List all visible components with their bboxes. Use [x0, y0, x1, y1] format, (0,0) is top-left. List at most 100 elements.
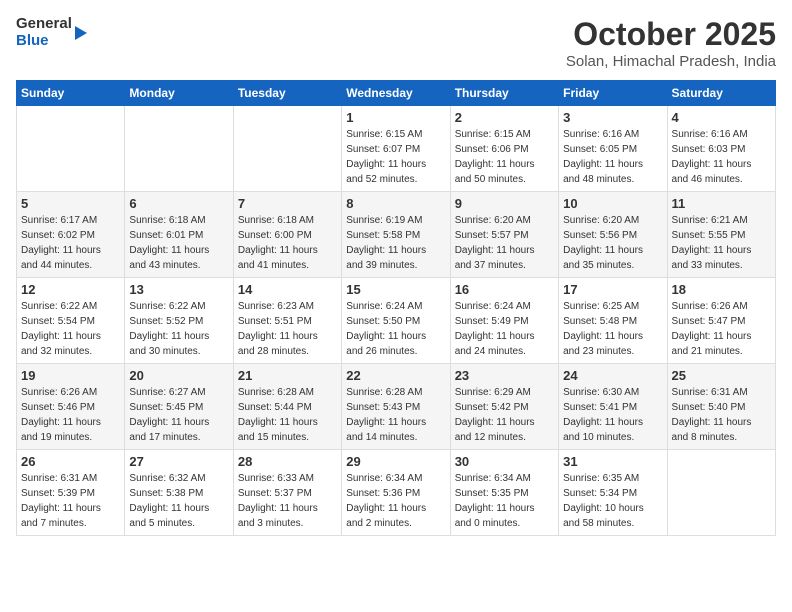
- weekday-header-friday: Friday: [559, 81, 667, 106]
- location-subtitle: Solan, Himachal Pradesh, India: [566, 53, 776, 70]
- calendar-cell: 27 Sunrise: 6:32 AMSunset: 5:38 PMDayligh…: [125, 450, 233, 536]
- calendar-cell: 19Sunrise: 6:26 AMSunset: 5:46 PMDayligh…: [17, 364, 125, 450]
- day-info: Sunrise: 6:23 AMSunset: 5:51 PMDaylight:…: [238, 299, 337, 359]
- day-number: 8: [346, 196, 445, 211]
- day-info: Sunrise: 6:20 AMSunset: 5:56 PMDaylight:…: [563, 213, 662, 273]
- day-info: Sunrise: 6:17 AMSunset: 6:02 PMDaylight:…: [21, 213, 120, 273]
- calendar-cell: 3Sunrise: 6:16 AMSunset: 6:05 PMDaylight…: [559, 106, 667, 192]
- day-number: 31: [563, 454, 662, 469]
- day-info: Sunrise: 6:31 AMSunset: 5:39 PMDaylight:…: [21, 471, 120, 531]
- day-info: Sunrise: 6:22 AMSunset: 5:52 PMDaylight:…: [129, 299, 228, 359]
- day-info: Sunrise: 6:16 AMSunset: 6:03 PMDaylight:…: [672, 127, 771, 187]
- calendar-cell: 13 Sunrise: 6:22 AMSunset: 5:52 PMDayligh…: [125, 278, 233, 364]
- day-number: 15: [346, 282, 445, 297]
- day-info: Sunrise: 6:27 AMSunset: 5:45 PMDaylight:…: [129, 385, 228, 445]
- calendar-cell: 9 Sunrise: 6:20 AMSunset: 5:57 PMDaylight…: [450, 192, 558, 278]
- day-info: Sunrise: 6:34 AMSunset: 5:35 PMDaylight:…: [455, 471, 554, 531]
- calendar-cell: 12Sunrise: 6:22 AMSunset: 5:54 PMDayligh…: [17, 278, 125, 364]
- day-info: Sunrise: 6:15 AMSunset: 6:06 PMDaylight:…: [455, 127, 554, 187]
- day-info: Sunrise: 6:19 AMSunset: 5:58 PMDaylight:…: [346, 213, 445, 273]
- day-info: Sunrise: 6:20 AMSunset: 5:57 PMDaylight:…: [455, 213, 554, 273]
- calendar-cell: [233, 106, 341, 192]
- day-number: 11: [672, 196, 771, 211]
- calendar-cell: [17, 106, 125, 192]
- day-info: Sunrise: 6:24 AMSunset: 5:49 PMDaylight:…: [455, 299, 554, 359]
- day-number: 28: [238, 454, 337, 469]
- calendar-cell: 22 Sunrise: 6:28 AMSunset: 5:43 PMDayligh…: [342, 364, 450, 450]
- logo-blue: Blue: [16, 33, 72, 50]
- calendar-cell: [667, 450, 775, 536]
- calendar-cell: 26 Sunrise: 6:31 AMSunset: 5:39 PMDayligh…: [17, 450, 125, 536]
- day-info: Sunrise: 6:15 AMSunset: 6:07 PMDaylight:…: [346, 127, 445, 187]
- day-info: Sunrise: 6:35 AMSunset: 5:34 PMDaylight:…: [563, 471, 662, 531]
- day-info: Sunrise: 6:34 AMSunset: 5:36 PMDaylight:…: [346, 471, 445, 531]
- calendar-cell: 20Sunrise: 6:27 AMSunset: 5:45 PMDayligh…: [125, 364, 233, 450]
- calendar-cell: 30Sunrise: 6:34 AMSunset: 5:35 PMDayligh…: [450, 450, 558, 536]
- calendar-cell: 31 Sunrise: 6:35 AMSunset: 5:34 PMDayligh…: [559, 450, 667, 536]
- calendar-week-row: 26 Sunrise: 6:31 AMSunset: 5:39 PMDayligh…: [17, 450, 776, 536]
- day-number: 2: [455, 110, 554, 125]
- calendar-cell: 17 Sunrise: 6:25 AMSunset: 5:48 PMDayligh…: [559, 278, 667, 364]
- calendar-cell: 11Sunrise: 6:21 AMSunset: 5:55 PMDayligh…: [667, 192, 775, 278]
- day-number: 29: [346, 454, 445, 469]
- day-info: Sunrise: 6:29 AMSunset: 5:42 PMDaylight:…: [455, 385, 554, 445]
- day-number: 4: [672, 110, 771, 125]
- calendar-cell: 1 Sunrise: 6:15 AMSunset: 6:07 PMDaylight…: [342, 106, 450, 192]
- day-number: 25: [672, 368, 771, 383]
- month-title: October 2025: [566, 16, 776, 53]
- day-number: 7: [238, 196, 337, 211]
- calendar-cell: 2 Sunrise: 6:15 AMSunset: 6:06 PMDaylight…: [450, 106, 558, 192]
- calendar-week-row: 19Sunrise: 6:26 AMSunset: 5:46 PMDayligh…: [17, 364, 776, 450]
- calendar-cell: [125, 106, 233, 192]
- calendar-cell: 10Sunrise: 6:20 AMSunset: 5:56 PMDayligh…: [559, 192, 667, 278]
- day-number: 22: [346, 368, 445, 383]
- day-number: 16: [455, 282, 554, 297]
- day-info: Sunrise: 6:26 AMSunset: 5:47 PMDaylight:…: [672, 299, 771, 359]
- logo: General Blue: [16, 16, 87, 49]
- day-number: 13: [129, 282, 228, 297]
- day-number: 23: [455, 368, 554, 383]
- day-info: Sunrise: 6:18 AMSunset: 6:00 PMDaylight:…: [238, 213, 337, 273]
- calendar-week-row: 1 Sunrise: 6:15 AMSunset: 6:07 PMDaylight…: [17, 106, 776, 192]
- calendar-cell: 29 Sunrise: 6:34 AMSunset: 5:36 PMDayligh…: [342, 450, 450, 536]
- day-info: Sunrise: 6:33 AMSunset: 5:37 PMDaylight:…: [238, 471, 337, 531]
- calendar-week-row: 5Sunrise: 6:17 AMSunset: 6:02 PMDaylight…: [17, 192, 776, 278]
- day-number: 19: [21, 368, 120, 383]
- day-info: Sunrise: 6:32 AMSunset: 5:38 PMDaylight:…: [129, 471, 228, 531]
- logo-general: General: [16, 16, 72, 33]
- day-number: 12: [21, 282, 120, 297]
- day-number: 6: [129, 196, 228, 211]
- calendar-cell: 16 Sunrise: 6:24 AMSunset: 5:49 PMDayligh…: [450, 278, 558, 364]
- calendar-cell: 21Sunrise: 6:28 AMSunset: 5:44 PMDayligh…: [233, 364, 341, 450]
- logo-text: General Blue: [16, 16, 72, 49]
- day-number: 27: [129, 454, 228, 469]
- calendar-week-row: 12Sunrise: 6:22 AMSunset: 5:54 PMDayligh…: [17, 278, 776, 364]
- weekday-header-sunday: Sunday: [17, 81, 125, 106]
- day-info: Sunrise: 6:18 AMSunset: 6:01 PMDaylight:…: [129, 213, 228, 273]
- day-number: 3: [563, 110, 662, 125]
- calendar-cell: 23 Sunrise: 6:29 AMSunset: 5:42 PMDayligh…: [450, 364, 558, 450]
- logo-arrow-icon: [75, 26, 87, 40]
- day-info: Sunrise: 6:28 AMSunset: 5:44 PMDaylight:…: [238, 385, 337, 445]
- day-number: 26: [21, 454, 120, 469]
- calendar-cell: 8 Sunrise: 6:19 AMSunset: 5:58 PMDaylight…: [342, 192, 450, 278]
- calendar-cell: 24Sunrise: 6:30 AMSunset: 5:41 PMDayligh…: [559, 364, 667, 450]
- day-number: 24: [563, 368, 662, 383]
- calendar-cell: 28 Sunrise: 6:33 AMSunset: 5:37 PMDayligh…: [233, 450, 341, 536]
- day-number: 18: [672, 282, 771, 297]
- weekday-header-wednesday: Wednesday: [342, 81, 450, 106]
- calendar-cell: 5Sunrise: 6:17 AMSunset: 6:02 PMDaylight…: [17, 192, 125, 278]
- day-info: Sunrise: 6:24 AMSunset: 5:50 PMDaylight:…: [346, 299, 445, 359]
- weekday-header-tuesday: Tuesday: [233, 81, 341, 106]
- day-number: 9: [455, 196, 554, 211]
- calendar-cell: 15 Sunrise: 6:24 AMSunset: 5:50 PMDayligh…: [342, 278, 450, 364]
- calendar-cell: 25Sunrise: 6:31 AMSunset: 5:40 PMDayligh…: [667, 364, 775, 450]
- calendar-cell: 14Sunrise: 6:23 AMSunset: 5:51 PMDayligh…: [233, 278, 341, 364]
- weekday-header-monday: Monday: [125, 81, 233, 106]
- calendar-table: SundayMondayTuesdayWednesdayThursdayFrid…: [16, 80, 776, 536]
- day-info: Sunrise: 6:28 AMSunset: 5:43 PMDaylight:…: [346, 385, 445, 445]
- day-number: 17: [563, 282, 662, 297]
- day-info: Sunrise: 6:25 AMSunset: 5:48 PMDaylight:…: [563, 299, 662, 359]
- day-number: 1: [346, 110, 445, 125]
- weekday-header-saturday: Saturday: [667, 81, 775, 106]
